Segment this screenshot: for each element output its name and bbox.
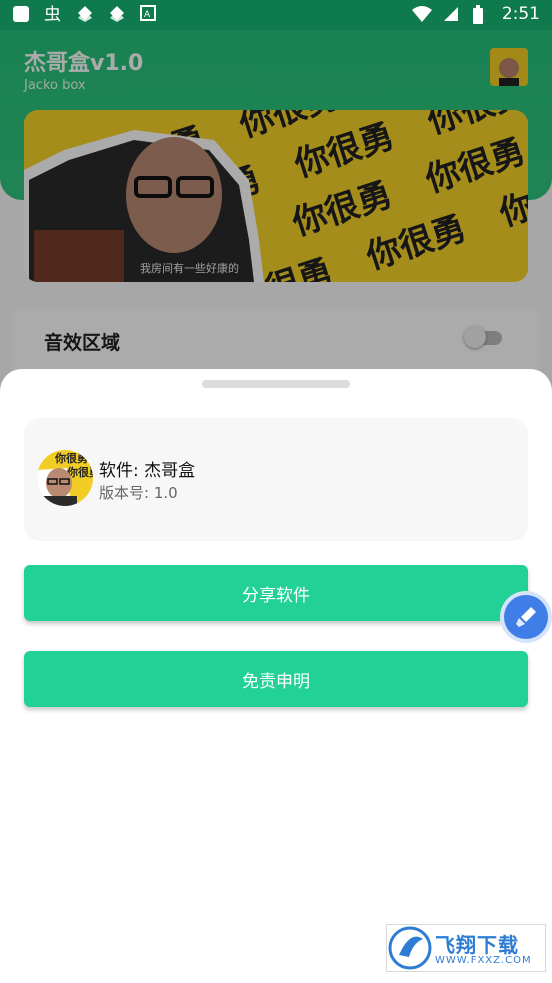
svg-text:虫: 虫 (44, 5, 61, 23)
status-bar: 虫 A 2:51 (0, 0, 552, 30)
watermark-text: 飞翔下载 (435, 933, 519, 957)
status-time: 2:51 (501, 4, 540, 24)
version-label: 版本号: 1.0 (99, 484, 178, 502)
signal-icon (442, 5, 460, 23)
floating-clean-button[interactable] (504, 595, 548, 639)
notification-icon (108, 5, 126, 23)
watermark-logo-icon (388, 926, 432, 970)
watermark-url: WWW.FXXZ.COM (435, 955, 532, 966)
software-info-card: 你很勇 你很勇 软件: 杰哥盒 版本号: 1.0 (24, 418, 528, 541)
app-icon: 你很勇 你很勇 (37, 450, 93, 506)
software-name: 软件: 杰哥盒 (99, 461, 196, 481)
notification-icon: 虫 (44, 5, 62, 25)
svg-text:A: A (144, 10, 151, 20)
broom-icon (516, 607, 536, 627)
app-notification-icon (12, 5, 30, 23)
watermark: 飞翔下载 WWW.FXXZ.COM (386, 924, 546, 972)
notification-icon: A (140, 5, 158, 23)
notification-icon (76, 5, 94, 23)
about-bottom-sheet: 你很勇 你很勇 软件: 杰哥盒 版本号: 1.0 分享软件 免责申明 (0, 369, 552, 983)
drag-handle[interactable] (202, 380, 350, 388)
icon-pattern-text: 你很勇 (54, 451, 88, 465)
wifi-icon (411, 5, 432, 23)
battery-icon (472, 5, 490, 24)
share-app-button[interactable]: 分享软件 (24, 565, 528, 621)
disclaimer-button[interactable]: 免责申明 (24, 651, 528, 707)
